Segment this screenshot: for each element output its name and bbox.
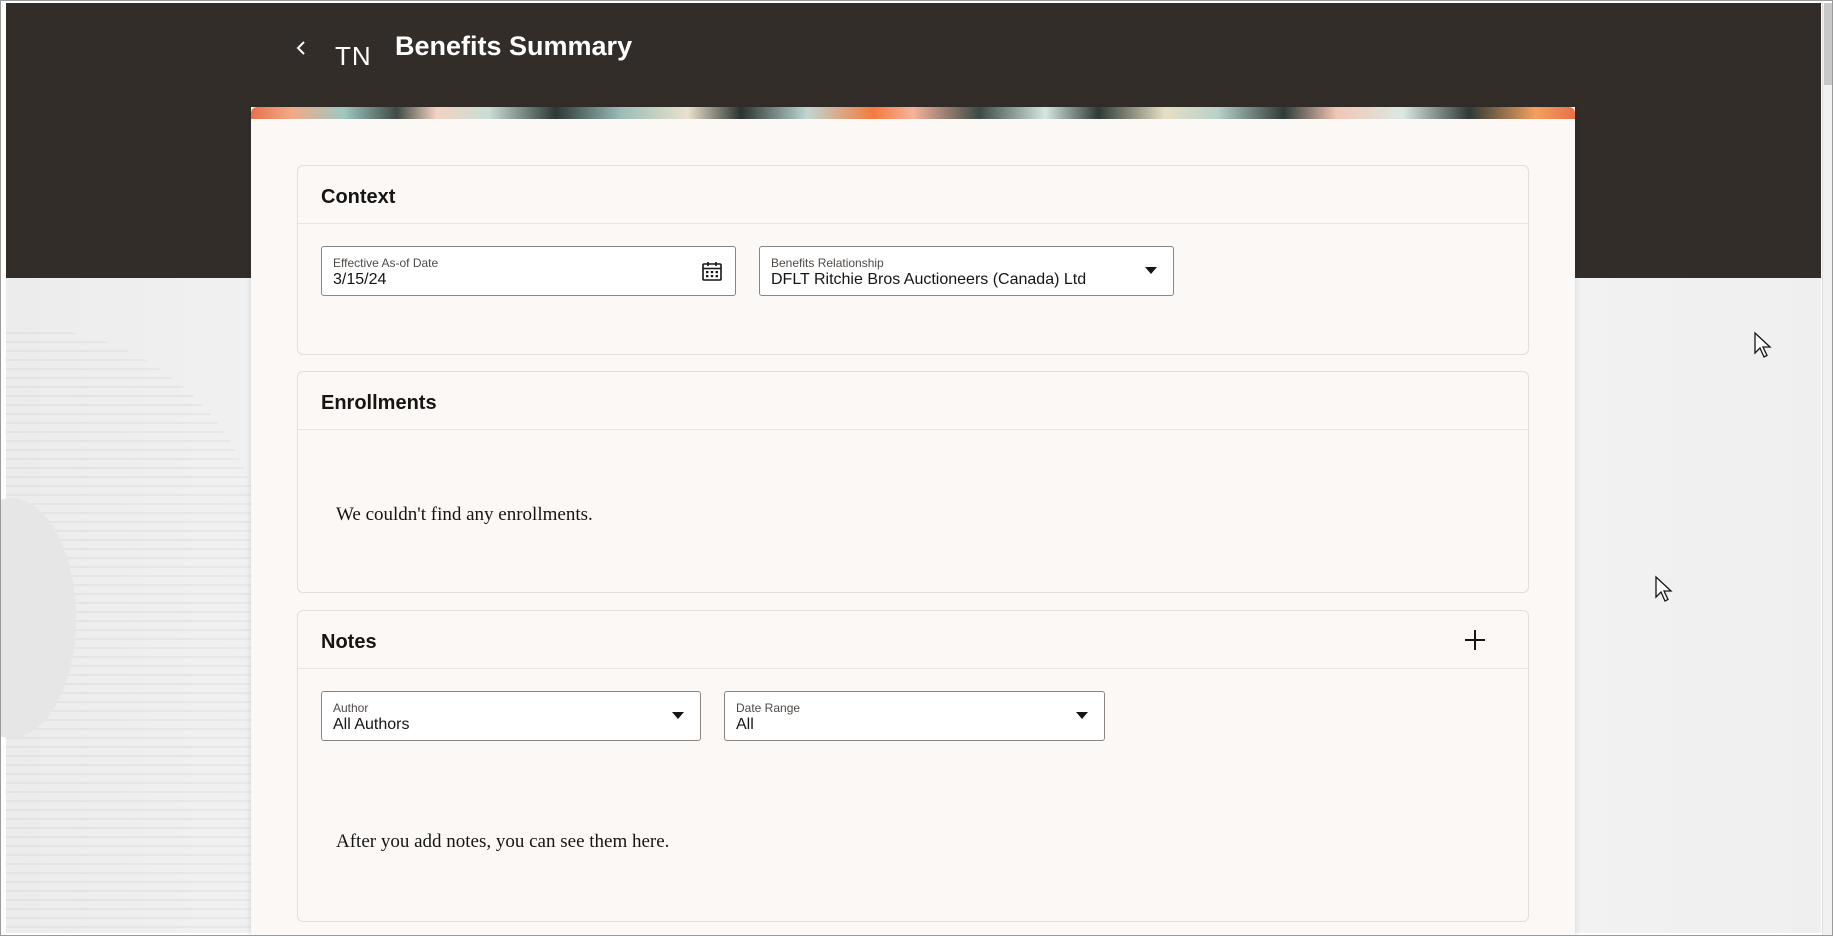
enrollments-title: Enrollments [321, 392, 437, 414]
notes-card: Notes Author All Authors Date Range All … [297, 610, 1529, 922]
card-divider [298, 668, 1528, 669]
author-value: All Authors [333, 716, 410, 733]
chevron-down-icon [1145, 267, 1157, 274]
benefits-relationship-select[interactable]: Benefits Relationship DFLT Ritchie Bros … [759, 246, 1174, 296]
back-button[interactable] [291, 35, 313, 61]
mouse-pointer-icon [1655, 575, 1673, 602]
date-range-label: Date Range [736, 701, 801, 715]
author-select[interactable]: Author All Authors [321, 691, 701, 741]
mouse-pointer-icon [1754, 331, 1772, 358]
chevron-down-icon [1076, 712, 1088, 719]
effective-date-label: Effective As-of Date [333, 256, 439, 270]
date-range-select[interactable]: Date Range All [724, 691, 1105, 741]
notes-title: Notes [321, 631, 377, 653]
scrollbar-thumb[interactable] [1824, 3, 1832, 85]
decorative-banner [251, 107, 1575, 119]
benefits-relationship-value: DFLT Ritchie Bros Auctioneers (Canada) L… [771, 271, 1087, 288]
enrollments-card: Enrollments We couldn't find any enrollm… [297, 371, 1529, 593]
enrollments-empty-message: We couldn't find any enrollments. [336, 504, 593, 525]
plus-icon[interactable] [1460, 625, 1490, 655]
calendar-icon[interactable] [701, 260, 723, 282]
card-divider [298, 429, 1528, 430]
card-divider [298, 223, 1528, 224]
chevron-left-icon [296, 41, 305, 55]
benefits-relationship-label: Benefits Relationship [771, 256, 884, 270]
page-title: Benefits Summary [395, 31, 633, 61]
chevron-down-icon [672, 712, 684, 719]
date-range-value: All [736, 716, 754, 733]
context-card: Context Effective As-of Date 3/15/24 Ben… [297, 165, 1529, 355]
user-initials: TN [335, 41, 372, 71]
effective-date-value: 3/15/24 [333, 271, 387, 288]
app-window: TN Benefits Summary Context Effective As… [0, 0, 1833, 936]
context-title: Context [321, 186, 396, 208]
main-panel: Context Effective As-of Date 3/15/24 Ben… [251, 107, 1575, 935]
author-label: Author [333, 701, 369, 715]
effective-date-field[interactable]: Effective As-of Date 3/15/24 [321, 246, 736, 296]
notes-empty-message: After you add notes, you can see them he… [336, 831, 670, 852]
page-scrollbar[interactable] [1822, 3, 1832, 935]
